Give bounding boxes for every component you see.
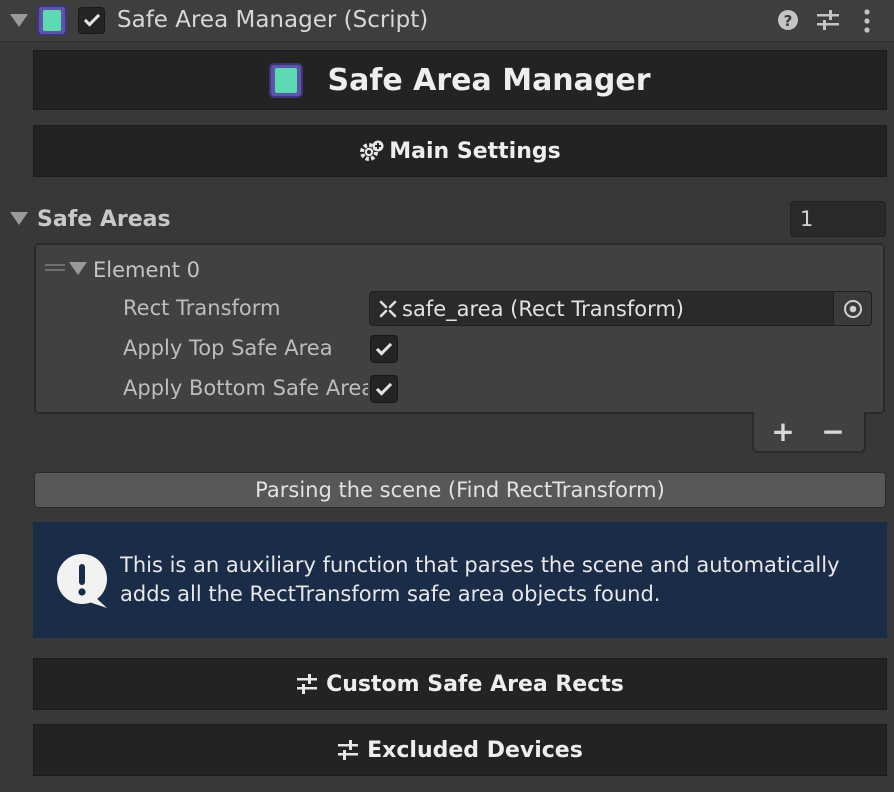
array-size-field[interactable]: 1 — [790, 201, 886, 237]
object-picker-button[interactable] — [833, 292, 871, 325]
checkmark-icon — [375, 378, 393, 396]
preset-icon[interactable] — [815, 8, 841, 32]
info-icon — [57, 554, 107, 608]
safe-areas-label: Safe Areas — [37, 207, 171, 232]
custom-safe-area-rects-button[interactable]: Custom Safe Area Rects — [33, 658, 887, 710]
manager-banner: Safe Area Manager — [33, 50, 887, 110]
component-title: Safe Area Manager (Script) — [117, 7, 429, 33]
help-box: This is an auxiliary function that parse… — [33, 522, 887, 638]
banner-title: Safe Area Manager — [327, 62, 651, 98]
object-picker-icon — [843, 299, 862, 318]
excluded-devices-button[interactable]: Excluded Devices — [33, 724, 887, 776]
drag-handle-icon[interactable] — [44, 262, 66, 274]
excluded-devices-label: Excluded Devices — [367, 737, 583, 763]
checkmark-icon — [83, 10, 100, 27]
safe-areas-foldout-icon[interactable] — [10, 212, 28, 225]
apply-top-label: Apply Top Safe Area — [123, 338, 333, 359]
parse-scene-button[interactable]: Parsing the scene (Find RectTransform) — [34, 472, 886, 508]
element-label[interactable]: Element 0 — [93, 258, 200, 282]
sliders-icon — [297, 674, 318, 694]
svg-text:?: ? — [784, 12, 793, 30]
rect-transform-field[interactable]: safe_area (Rect Transform) — [369, 291, 872, 326]
main-settings-button[interactable]: Main Settings — [33, 125, 887, 177]
script-phone-icon — [37, 5, 67, 36]
component-enabled-checkbox[interactable] — [78, 7, 105, 34]
component-header[interactable]: Safe Area Manager (Script) ? — [0, 0, 894, 42]
apply-bottom-checkbox[interactable] — [370, 375, 398, 403]
main-settings-label: Main Settings — [389, 138, 561, 164]
rect-transform-icon — [379, 300, 397, 317]
safe-area-phone-icon — [269, 62, 304, 98]
apply-top-checkbox[interactable] — [370, 335, 398, 363]
remove-element-button[interactable]: − — [818, 414, 848, 450]
checkmark-icon — [375, 338, 393, 356]
rect-transform-label: Rect Transform — [123, 298, 281, 319]
gear-plus-icon — [360, 140, 384, 161]
help-icon[interactable]: ? — [776, 8, 800, 32]
custom-rects-label: Custom Safe Area Rects — [326, 671, 624, 697]
sliders-icon — [338, 740, 359, 760]
element-foldout-icon[interactable] — [69, 262, 87, 275]
rect-transform-value: safe_area (Rect Transform) — [402, 296, 684, 321]
apply-bottom-label: Apply Bottom Safe Area — [123, 378, 368, 399]
add-element-button[interactable]: + — [768, 414, 798, 450]
help-text: This is an auxiliary function that parse… — [120, 553, 840, 606]
foldout-arrow-icon[interactable] — [10, 14, 28, 27]
kebab-menu-icon[interactable] — [862, 8, 872, 34]
